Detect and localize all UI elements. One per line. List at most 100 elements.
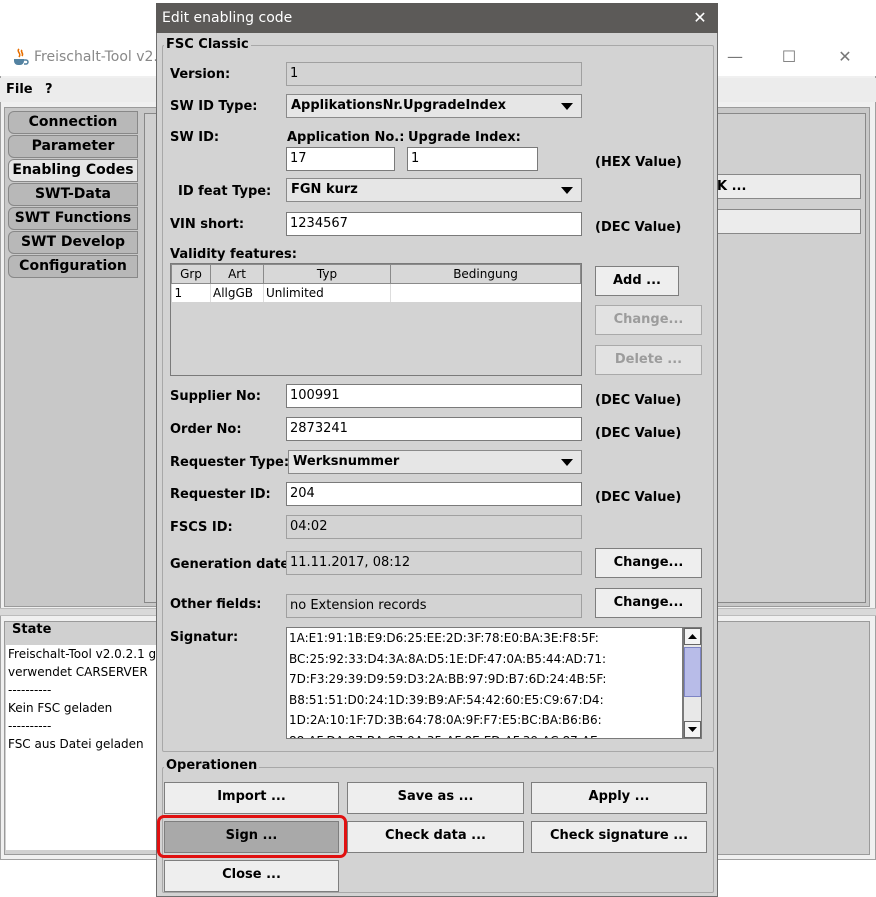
requester-type-label: Requester Type:	[170, 455, 290, 470]
add-button[interactable]: Add ...	[595, 266, 679, 296]
sig-line: 88:AF:DA:87:BA:C7:9A:35:AF:8E:ED:AF:39:A…	[289, 731, 682, 739]
menu-file[interactable]: File	[6, 82, 33, 97]
operationen-label: Operationen	[164, 758, 260, 773]
upgrade-index-label: Upgrade Index:	[408, 130, 521, 145]
swid-type-value: ApplikationsNr.UpgradeIndex	[291, 98, 507, 113]
sig-line: BC:25:92:33:D4:3A:8A:D5:1E:DF:47:0A:B5:4…	[289, 651, 607, 666]
java-cup-icon	[10, 47, 30, 67]
supplier-input[interactable]: 100991	[286, 384, 582, 408]
bg-field	[716, 209, 861, 234]
dialog-close-icon[interactable]: ✕	[685, 3, 715, 33]
table-row[interactable]: 1 AllgGB Unlimited	[171, 283, 581, 302]
vin-label: VIN short:	[170, 217, 245, 232]
tab-swt-functions[interactable]: SWT Functions	[8, 207, 138, 230]
scroll-thumb[interactable]	[684, 647, 701, 697]
upgrade-index-input[interactable]: 1	[407, 147, 538, 171]
dec-value-note: (DEC Value)	[595, 393, 682, 408]
version-label: Version:	[170, 67, 231, 82]
maximize-button[interactable]: ☐	[766, 38, 812, 76]
tab-connection[interactable]: Connection	[8, 111, 138, 134]
main-close-button[interactable]: ✕	[822, 38, 868, 76]
sig-line: 1A:E1:91:1B:E9:D6:25:EE:2D:3F:78:E0:BA:3…	[289, 631, 599, 645]
chevron-down-icon	[561, 103, 573, 110]
chevron-down-icon	[561, 459, 573, 466]
state-line: Freischalt-Tool v2.0.2.1 g	[8, 647, 156, 661]
cell-art: AllgGB	[210, 283, 264, 302]
col-grp[interactable]: Grp	[171, 264, 211, 284]
gen-date-label: Generation date:	[170, 557, 295, 572]
id-feat-type-value: FGN kurz	[291, 182, 358, 197]
check-signature-button[interactable]: Check signature ...	[531, 821, 707, 853]
signatur-label: Signatur:	[170, 630, 239, 645]
tab-enabling-codes[interactable]: Enabling Codes	[8, 159, 138, 182]
tab-swt-data[interactable]: SWT-Data	[8, 183, 138, 206]
requester-type-value: Werksnummer	[293, 454, 400, 469]
state-line: verwendet CARSERVER	[8, 665, 148, 679]
validity-table[interactable]: Grp Art Typ Bedingung 1 AllgGB Unlimited	[170, 263, 582, 376]
state-line: FSC aus Datei geladen	[8, 737, 144, 751]
col-art[interactable]: Art	[210, 264, 264, 284]
cell-grp: 1	[174, 285, 183, 300]
close-button[interactable]: Close ...	[164, 860, 339, 892]
version-field: 1	[286, 62, 582, 86]
col-bedingung[interactable]: Bedingung	[390, 264, 581, 284]
sig-line: 1D:2A:10:1F:7D:3B:64:78:0A:9F:F7:E5:BC:B…	[289, 713, 602, 727]
tab-parameter[interactable]: Parameter	[8, 135, 138, 158]
id-feat-type-label: ID feat Type:	[178, 184, 272, 199]
apply-button[interactable]: Apply ...	[531, 782, 707, 814]
requester-type-dropdown[interactable]: Werksnummer	[288, 450, 582, 474]
order-input[interactable]: 2873241	[286, 417, 582, 441]
dialog-title: Edit enabling code	[156, 3, 718, 33]
validity-label: Validity features:	[170, 247, 297, 262]
change-other-button[interactable]: Change...	[595, 588, 702, 618]
other-fields-label: Other fields:	[170, 597, 262, 612]
swid-type-dropdown[interactable]: ApplikationsNr.UpgradeIndex	[286, 94, 582, 118]
hex-value-note: (HEX Value)	[595, 155, 682, 170]
signatur-textarea[interactable]: 1A:E1:91:1B:E9:D6:25:EE:2D:3F:78:E0:BA:3…	[286, 627, 683, 739]
app-no-label: Application No.:	[287, 130, 405, 145]
supplier-label: Supplier No:	[170, 389, 261, 404]
menu-help[interactable]: ?	[45, 82, 53, 97]
scroll-down-button[interactable]	[684, 721, 701, 738]
main-window-title: Freischalt-Tool v2.	[34, 49, 158, 65]
col-typ[interactable]: Typ	[263, 264, 391, 284]
arrow-down-icon	[688, 727, 697, 732]
bg-ok-label: K ...	[717, 179, 747, 194]
arrow-up-icon	[688, 634, 697, 639]
sign-button[interactable]: Sign ...	[164, 821, 339, 853]
sig-line: 7D:F3:29:39:D9:59:D3:2A:BB:97:9D:B7:6D:2…	[289, 672, 607, 686]
import-button[interactable]: Import ...	[164, 782, 339, 814]
state-log: Freischalt-Tool v2.0.2.1 g verwendet CAR…	[6, 645, 156, 850]
sig-line: B8:51:51:D0:24:1D:39:B9:AF:54:42:60:E5:C…	[289, 692, 604, 707]
fscs-field: 04:02	[286, 515, 582, 539]
state-label: State	[10, 622, 54, 637]
tab-configuration[interactable]: Configuration	[8, 255, 138, 278]
requester-id-input[interactable]: 204	[286, 482, 582, 506]
dec-value-note: (DEC Value)	[595, 220, 682, 235]
vin-input[interactable]: 1234567	[286, 212, 582, 236]
app-no-input[interactable]: 17	[286, 147, 395, 171]
gen-date-field: 11.11.2017, 08:12	[286, 551, 582, 575]
fscs-label: FSCS ID:	[170, 520, 233, 535]
change-validity-button[interactable]: Change...	[595, 305, 702, 335]
change-date-button[interactable]: Change...	[595, 548, 702, 578]
tab-swt-develop[interactable]: SWT Develop	[8, 231, 138, 254]
id-feat-type-dropdown[interactable]: FGN kurz	[286, 178, 582, 202]
minimize-button[interactable]: —	[712, 38, 758, 76]
delete-button[interactable]: Delete ...	[595, 345, 702, 375]
cell-typ: Unlimited	[263, 283, 391, 302]
other-fields-field: no Extension records	[286, 594, 582, 618]
state-line: ----------	[8, 683, 52, 697]
order-label: Order No:	[170, 422, 242, 437]
dec-value-note: (DEC Value)	[595, 426, 682, 441]
check-data-button[interactable]: Check data ...	[347, 821, 524, 853]
dec-value-note: (DEC Value)	[595, 490, 682, 505]
swid-label: SW ID:	[170, 130, 220, 145]
requester-id-label: Requester ID:	[170, 487, 271, 502]
fsc-group-label: FSC Classic	[164, 37, 251, 52]
chevron-down-icon	[561, 187, 573, 194]
save-as-button[interactable]: Save as ...	[347, 782, 524, 814]
scroll-up-button[interactable]	[684, 628, 701, 645]
cell-bedingung	[390, 283, 581, 302]
bg-ok-button[interactable]: K ...	[716, 174, 861, 199]
